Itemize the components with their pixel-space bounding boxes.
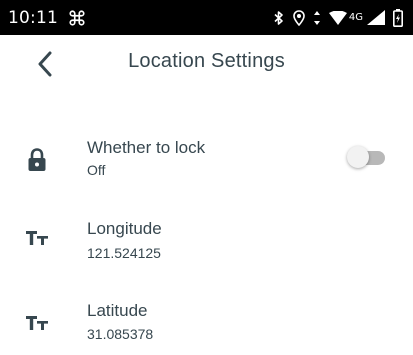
toggle-thumb: [347, 146, 369, 168]
setting-latitude-row[interactable]: Latitude 31.085378: [0, 293, 413, 355]
lock-icon: [25, 148, 49, 172]
text-size-icon: [25, 226, 49, 250]
setting-latitude-value: 31.085378: [87, 326, 154, 342]
app-bar: Location Settings: [0, 35, 413, 91]
page-title: Location Settings: [128, 50, 285, 72]
command-icon: [67, 8, 87, 28]
status-time: 10:11: [8, 7, 58, 28]
text-size-icon: [25, 311, 49, 335]
bluetooth-icon: [273, 10, 285, 26]
battery-icon: [393, 8, 403, 27]
setting-lock-title: Whether to lock: [87, 138, 206, 157]
wifi-icon: [328, 10, 347, 25]
setting-longitude-value: 121.524125: [87, 245, 161, 261]
lock-toggle-switch[interactable]: [347, 146, 387, 170]
data-arrows-icon: [313, 10, 321, 26]
location-icon: [293, 9, 305, 26]
network-type-label: 4G: [348, 12, 363, 23]
setting-longitude-row[interactable]: Longitude 121.524125: [0, 212, 413, 274]
setting-latitude-title: Latitude: [87, 301, 148, 320]
setting-longitude-title: Longitude: [87, 219, 162, 238]
setting-lock-value: Off: [87, 162, 106, 178]
status-bar: 10:11 4G: [0, 0, 413, 35]
status-icons: 4G: [273, 8, 403, 27]
signal-icon: [367, 10, 385, 25]
setting-lock-row[interactable]: Whether to lock Off: [0, 130, 413, 192]
